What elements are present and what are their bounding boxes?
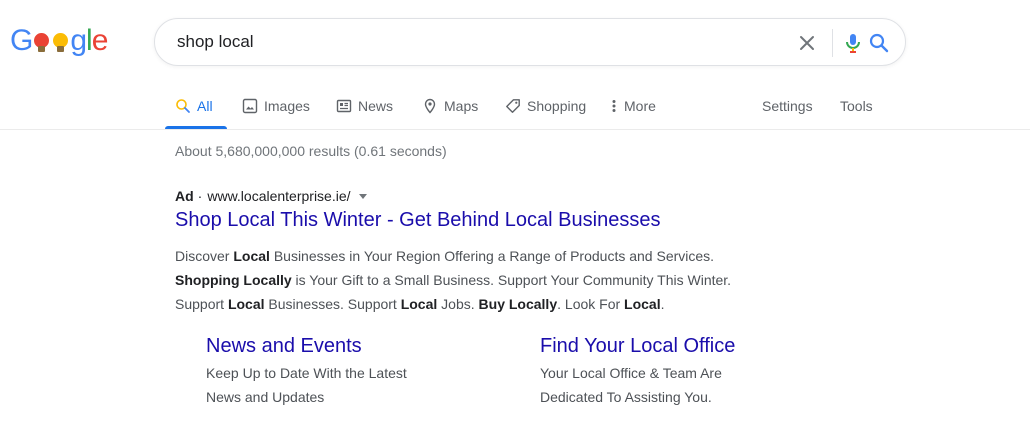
sitelink-desc: Dedicated To Assisting You.	[540, 389, 712, 405]
map-pin-icon	[424, 98, 436, 114]
desc-text: Support	[175, 296, 228, 312]
desc-text: Businesses in Your Region Offering a Ran…	[269, 248, 715, 264]
search-icon	[176, 99, 190, 113]
tab-label: News	[358, 98, 394, 114]
tools-link[interactable]: Tools	[840, 96, 873, 116]
search-box[interactable]: shop local	[154, 18, 906, 66]
sitelink-title[interactable]: Find Your Local Office	[540, 333, 735, 359]
lightbulb-icon	[52, 29, 69, 53]
tab-news[interactable]: News	[336, 96, 393, 116]
tab-label: Images	[264, 98, 310, 114]
settings-label: Settings	[762, 98, 813, 114]
desc-bold: Local	[400, 296, 438, 312]
tab-maps[interactable]: Maps	[422, 96, 478, 116]
tab-images[interactable]: Images	[242, 96, 310, 116]
tag-icon	[506, 99, 520, 113]
ad-badge: Ad	[175, 188, 194, 204]
result-stats: About 5,680,000,000 results (0.61 second…	[175, 143, 447, 159]
ad-url[interactable]: www.localenterprise.ie/	[207, 188, 350, 204]
desc-bold: Local	[233, 248, 270, 264]
sitelink-desc: Keep Up to Date With the Latest	[206, 365, 407, 381]
news-icon	[336, 99, 352, 113]
sitelink-desc: News and Updates	[206, 389, 325, 405]
settings-link[interactable]: Settings	[762, 96, 813, 116]
desc-text: Jobs.	[437, 296, 479, 312]
active-tab-indicator	[165, 126, 227, 129]
logo-letter: e	[91, 24, 109, 57]
more-vert-icon	[612, 100, 616, 112]
ad-url-line: Ad · www.localenterprise.ie/	[175, 188, 367, 204]
ad-description: Discover Local Businesses in Your Region…	[175, 244, 815, 316]
sitelink-title[interactable]: News and Events	[206, 333, 407, 359]
desc-bold: Local	[227, 296, 265, 312]
lightbulb-icon	[33, 29, 50, 53]
desc-text: .	[660, 296, 665, 312]
ad-title-link[interactable]: Shop Local This Winter - Get Behind Loca…	[175, 209, 660, 232]
desc-line: Support Local Businesses. Support Local …	[175, 292, 815, 316]
tools-label: Tools	[840, 98, 873, 114]
logo-letter: g	[70, 24, 87, 57]
close-icon[interactable]	[795, 31, 819, 55]
divider	[832, 29, 833, 57]
tab-more[interactable]: More	[610, 96, 656, 116]
tab-shopping[interactable]: Shopping	[505, 96, 586, 116]
sitelink-desc: Your Local Office & Team Are	[540, 365, 722, 381]
sitelink: News and Events Keep Up to Date With the…	[206, 333, 407, 409]
separator: ·	[197, 188, 203, 204]
microphone-icon[interactable]	[841, 31, 865, 55]
desc-line: Discover Local Businesses in Your Region…	[175, 244, 815, 268]
desc-text: is Your Gift to a Small Business. Suppor…	[291, 272, 732, 288]
desc-text: . Look For	[557, 296, 625, 312]
search-input[interactable]: shop local	[177, 32, 254, 52]
chevron-down-icon[interactable]	[358, 193, 367, 199]
tab-label: More	[624, 98, 656, 114]
sitelink: Find Your Local Office Your Local Office…	[540, 333, 735, 409]
desc-text: Discover	[175, 248, 234, 264]
tab-label: Shopping	[527, 98, 587, 114]
search-icon[interactable]	[867, 31, 891, 55]
desc-bold: Local	[624, 296, 661, 312]
desc-bold: Buy Locally	[478, 296, 558, 312]
tab-all[interactable]: All	[175, 96, 213, 116]
google-logo[interactable]: G g l e	[10, 24, 109, 58]
desc-text: Businesses. Support	[264, 296, 401, 312]
logo-letter: G	[10, 24, 33, 57]
search-tabs: All Images News Maps Shopping More Setti…	[0, 82, 1030, 130]
tab-label: All	[197, 98, 213, 114]
desc-bold: Shopping Locally	[175, 272, 292, 288]
tab-label: Maps	[444, 98, 479, 114]
desc-line: Shopping Locally is Your Gift to a Small…	[175, 268, 815, 292]
image-icon	[242, 98, 258, 114]
